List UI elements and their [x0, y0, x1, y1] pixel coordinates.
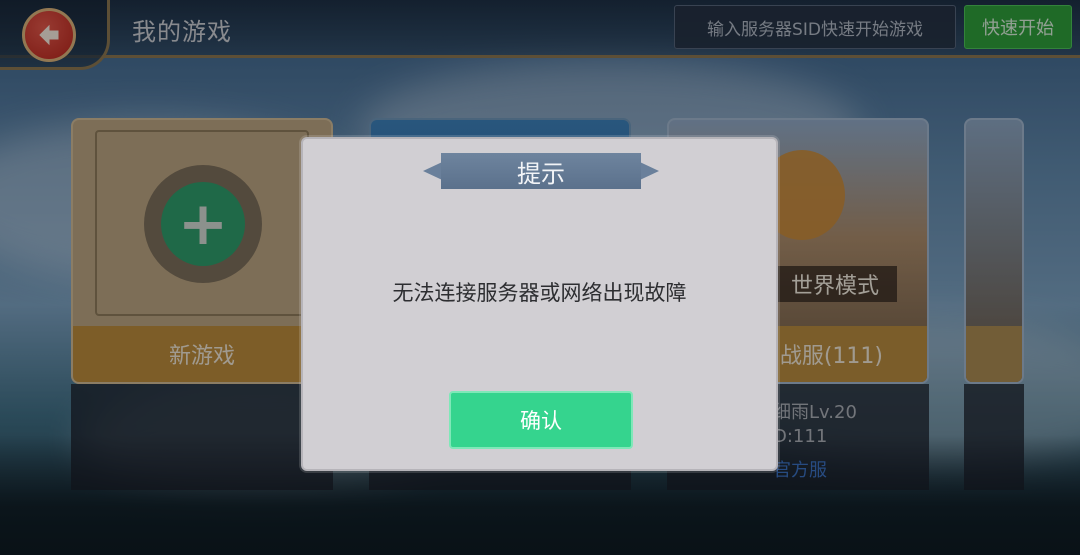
alert-dialog: 提示 无法连接服务器或网络出现故障 确认: [301, 137, 778, 471]
dialog-title: 提示: [517, 159, 565, 188]
dialog-message: 无法连接服务器或网络出现故障: [392, 281, 687, 305]
confirm-button[interactable]: 确认: [449, 391, 633, 449]
dialog-ribbon: 提示: [423, 153, 659, 189]
